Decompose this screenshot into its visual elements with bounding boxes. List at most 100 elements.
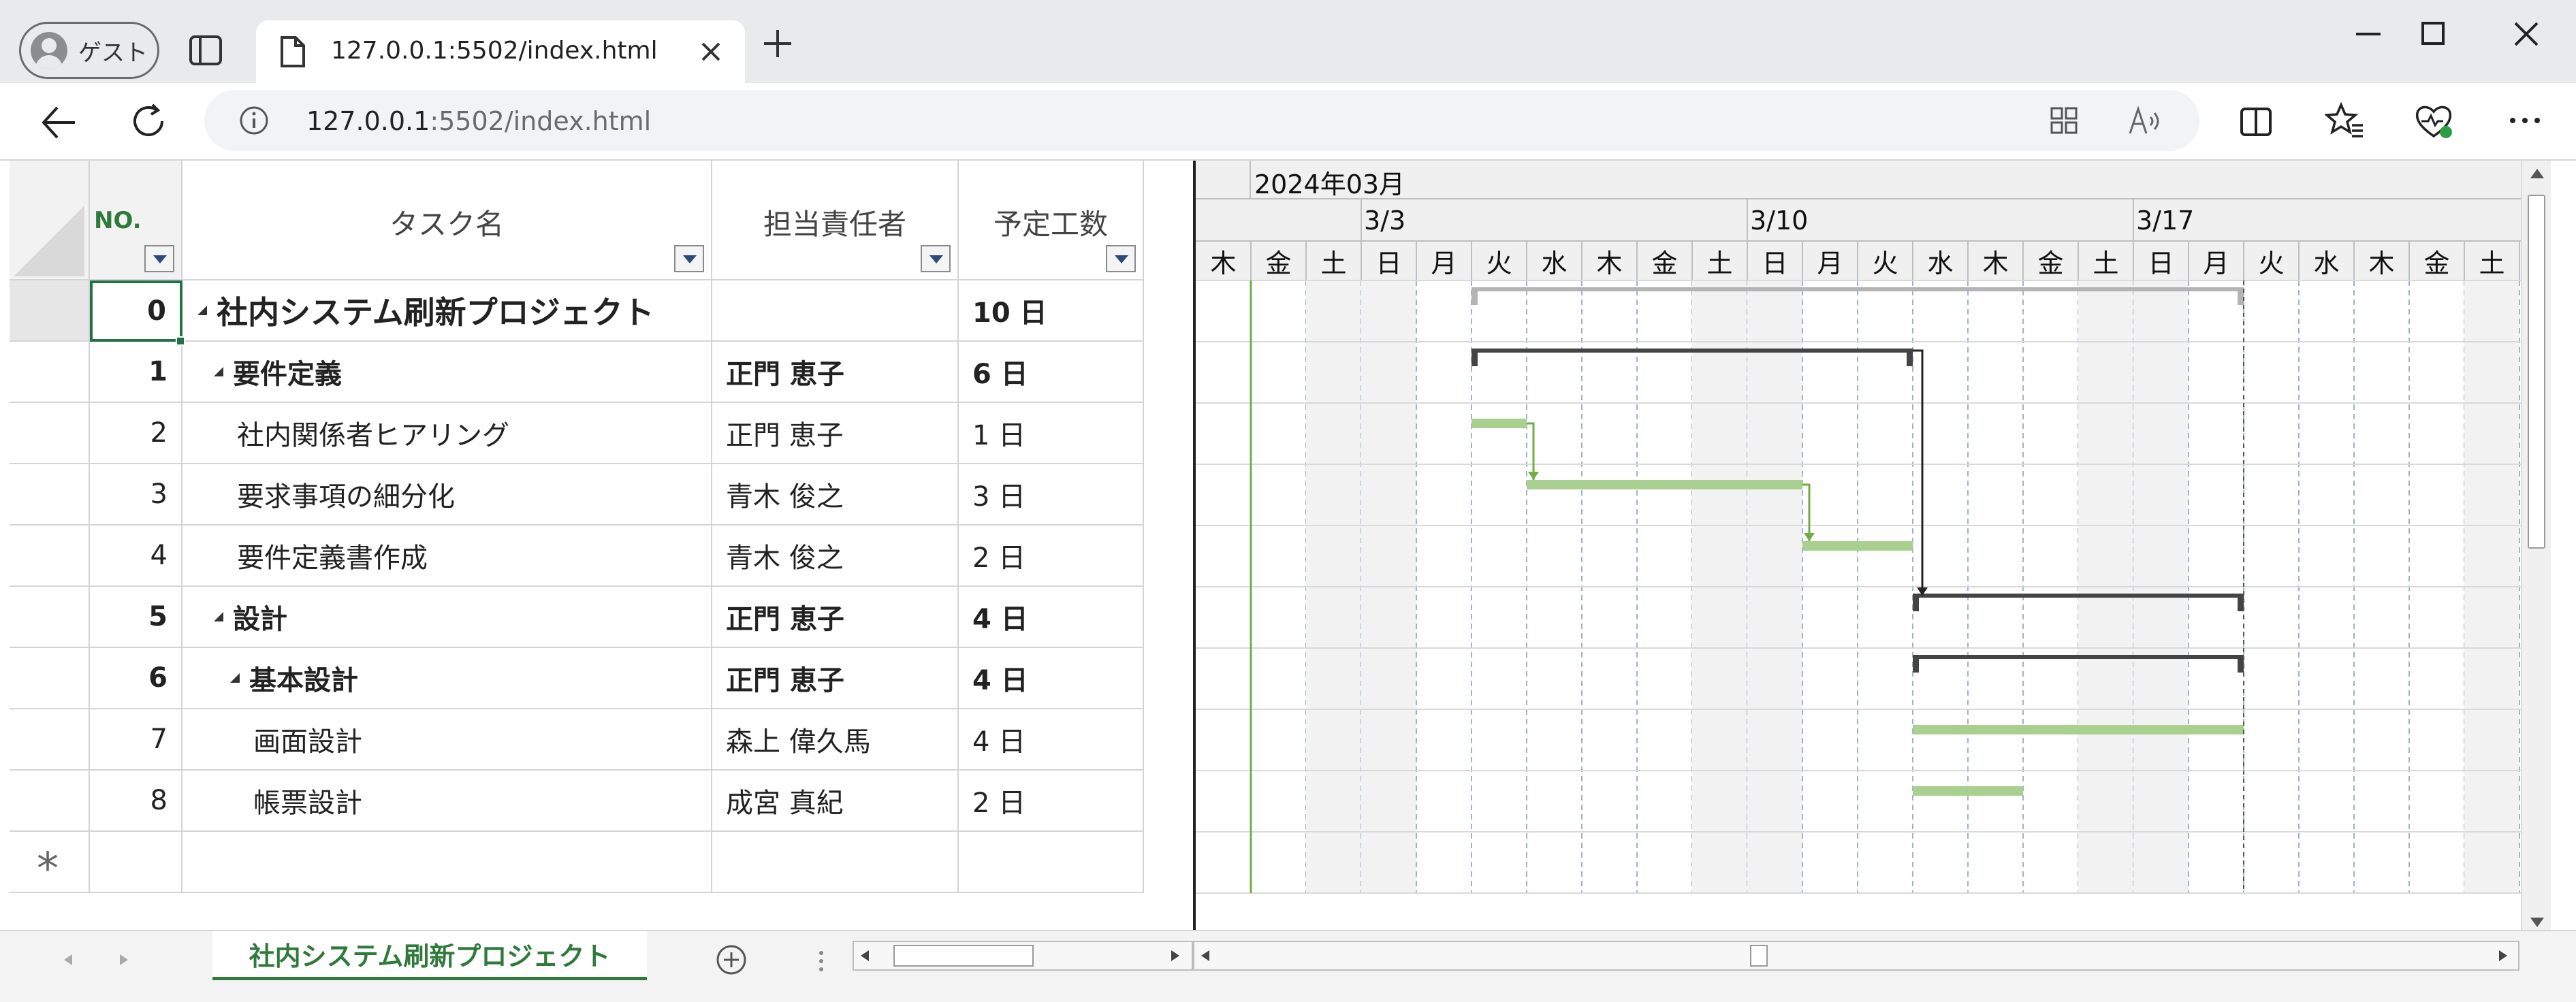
row-header[interactable]: *	[10, 832, 90, 893]
selection-handle[interactable]	[176, 336, 185, 346]
favorites-icon[interactable]	[2325, 102, 2366, 140]
cell-effort[interactable]: 4 日	[959, 648, 1144, 709]
browser-tab-active[interactable]: 127.0.0.1:5502/index.html	[256, 20, 745, 83]
cell-effort[interactable]	[959, 832, 1144, 893]
next-sheet-icon[interactable]	[116, 952, 132, 968]
table-row[interactable]: 1 要件定義 正門 恵子 6 日	[10, 342, 1144, 403]
cell-owner[interactable]: 正門 恵子	[712, 403, 959, 464]
gantt-horizontal-scrollbar[interactable]	[1193, 941, 2519, 971]
filter-dropdown-icon[interactable]	[674, 245, 704, 272]
url-field[interactable]: 127.0.0.1:5502/index.html	[204, 90, 2199, 151]
filter-dropdown-icon[interactable]	[921, 245, 951, 272]
table-row[interactable]: 5 設計 正門 恵子 4 日	[10, 587, 1144, 648]
row-header[interactable]	[10, 526, 90, 587]
app-available-icon[interactable]	[2048, 105, 2080, 136]
cell-task[interactable]: 社内システム刷新プロジェクト	[182, 280, 712, 342]
cell-effort[interactable]: 10 日	[959, 280, 1144, 342]
split-screen-icon[interactable]	[2238, 103, 2274, 140]
new-tab-icon[interactable]	[761, 27, 794, 60]
cell-effort[interactable]: 3 日	[959, 464, 1144, 526]
gantt-scroll-thumb[interactable]	[1750, 945, 1768, 967]
cell-owner[interactable]: 成宮 真紀	[712, 771, 959, 832]
sheet-tab[interactable]: 社内システム刷新プロジェクト	[212, 931, 647, 980]
row-header[interactable]	[10, 709, 90, 771]
cell-task[interactable]: 要件定義書作成	[182, 526, 712, 587]
table-row[interactable]: 8 帳票設計 成宮 真紀 2 日	[10, 771, 1144, 832]
table-row[interactable]: 4 要件定義書作成 青木 俊之 2 日	[10, 526, 1144, 587]
row-header[interactable]	[10, 771, 90, 832]
close-tab-icon[interactable]	[699, 39, 723, 64]
new-row[interactable]: *	[10, 832, 1144, 893]
table-row[interactable]: 0 社内システム刷新プロジェクト 10 日	[10, 280, 1144, 342]
cell-no[interactable]: 3	[90, 464, 182, 526]
cell-task[interactable]: 帳票設計	[182, 771, 712, 832]
collapse-toggle-icon[interactable]	[214, 367, 223, 376]
profile-button[interactable]: ゲスト	[19, 22, 159, 79]
cell-owner[interactable]: 青木 俊之	[712, 526, 959, 587]
cell-task[interactable]: 社内関係者ヒアリング	[182, 403, 712, 464]
read-aloud-icon[interactable]	[2127, 105, 2161, 136]
cell-task[interactable]: 設計	[182, 587, 712, 648]
column-header-task[interactable]: タスク名	[182, 161, 712, 280]
cell-effort[interactable]: 2 日	[959, 526, 1144, 587]
row-header[interactable]	[10, 280, 90, 342]
cell-owner[interactable]: 正門 恵子	[712, 342, 959, 403]
close-window-icon[interactable]	[2506, 14, 2547, 54]
reload-icon[interactable]	[128, 101, 169, 142]
filter-dropdown-icon[interactable]	[144, 245, 174, 272]
collapse-toggle-icon[interactable]	[197, 306, 207, 315]
grid-horizontal-scrollbar[interactable]	[853, 941, 1193, 971]
row-header[interactable]	[10, 403, 90, 464]
more-options-icon[interactable]	[2506, 110, 2544, 131]
scroll-right-icon[interactable]	[2495, 948, 2511, 964]
cell-no[interactable]: 6	[90, 648, 182, 709]
cell-owner[interactable]: 正門 恵子	[712, 648, 959, 709]
scroll-right-icon[interactable]	[1167, 948, 1183, 964]
add-sheet-icon[interactable]	[715, 943, 748, 976]
cell-no[interactable]: 5	[90, 587, 182, 648]
scroll-left-icon[interactable]	[1197, 948, 1213, 964]
column-header-no[interactable]: NO.	[90, 161, 182, 280]
cell-no[interactable]: 4	[90, 526, 182, 587]
column-header-effort[interactable]: 予定工数	[959, 161, 1144, 280]
back-icon[interactable]	[38, 102, 79, 143]
table-row[interactable]: 6 基本設計 正門 恵子 4 日	[10, 648, 1144, 709]
cell-owner[interactable]	[712, 280, 959, 342]
maximize-icon[interactable]	[2413, 14, 2454, 54]
cell-owner[interactable]: 正門 恵子	[712, 587, 959, 648]
cell-task[interactable]: 画面設計	[182, 709, 712, 771]
row-header[interactable]	[10, 648, 90, 709]
table-row[interactable]: 7 画面設計 森上 偉久馬 4 日	[10, 709, 1144, 771]
table-row[interactable]: 2 社内関係者ヒアリング 正門 恵子 1 日	[10, 403, 1144, 464]
grid-corner[interactable]	[10, 161, 90, 280]
minimize-icon[interactable]	[2348, 14, 2389, 54]
cell-no[interactable]: 1	[90, 342, 182, 403]
row-header[interactable]	[10, 342, 90, 403]
row-header[interactable]	[10, 464, 90, 526]
cell-no[interactable]: 2	[90, 403, 182, 464]
cell-effort[interactable]: 4 日	[959, 709, 1144, 771]
scroll-up-icon[interactable]	[2529, 166, 2545, 182]
cell-effort[interactable]: 6 日	[959, 342, 1144, 403]
cell-owner[interactable]: 青木 俊之	[712, 464, 959, 526]
cell-task[interactable]: 要件定義	[182, 342, 712, 403]
cell-task[interactable]: 基本設計	[182, 648, 712, 709]
vertical-scrollbar[interactable]	[2521, 161, 2551, 937]
cell-task[interactable]	[182, 832, 712, 893]
cell-no[interactable]: 7	[90, 709, 182, 771]
site-info-icon[interactable]	[238, 105, 270, 136]
cell-no[interactable]	[90, 832, 182, 893]
cell-effort[interactable]: 2 日	[959, 771, 1144, 832]
cell-effort[interactable]: 1 日	[959, 403, 1144, 464]
cell-owner[interactable]	[712, 832, 959, 893]
scroll-thumb[interactable]	[2528, 195, 2545, 549]
grid-scroll-thumb[interactable]	[893, 945, 1034, 967]
cell-no[interactable]: 8	[90, 771, 182, 832]
cell-no[interactable]: 0	[90, 280, 182, 342]
splitter-handle-icon[interactable]	[817, 948, 825, 975]
table-row[interactable]: 3 要求事項の細分化 青木 俊之 3 日	[10, 464, 1144, 526]
column-header-owner[interactable]: 担当責任者	[712, 161, 959, 280]
cell-effort[interactable]: 4 日	[959, 587, 1144, 648]
cell-owner[interactable]: 森上 偉久馬	[712, 709, 959, 771]
row-header[interactable]	[10, 587, 90, 648]
